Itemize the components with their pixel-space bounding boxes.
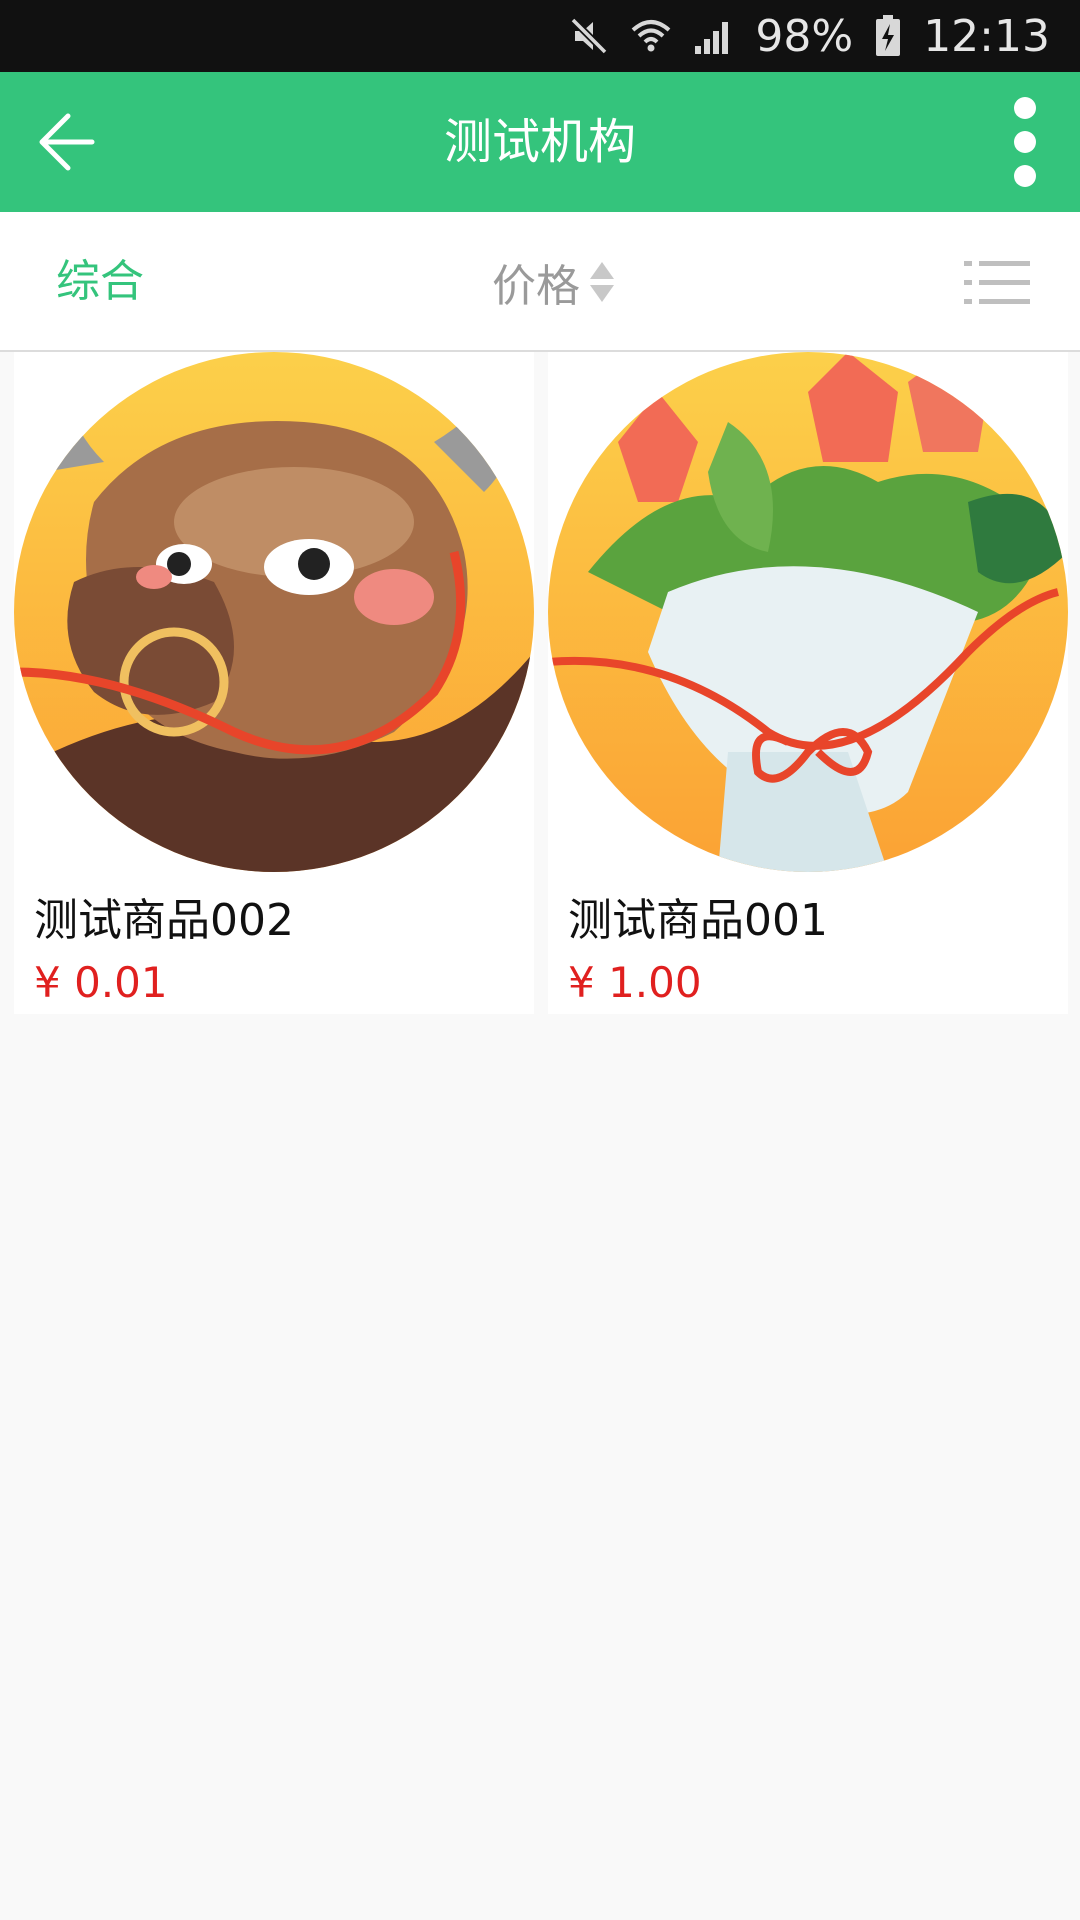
product-image bbox=[548, 352, 1068, 872]
tab-price-label: 价格 bbox=[492, 261, 580, 312]
app-bar: 测试机构 bbox=[0, 72, 1080, 212]
product-price: ¥ 1.00 bbox=[568, 958, 702, 1007]
back-button[interactable] bbox=[30, 100, 114, 184]
product-image bbox=[14, 352, 534, 872]
list-view-icon bbox=[964, 261, 1030, 304]
more-vertical-icon bbox=[1014, 97, 1036, 187]
view-toggle-button[interactable] bbox=[964, 260, 1030, 306]
sort-updown-icon bbox=[590, 262, 614, 302]
product-card[interactable]: 测试商品002 ¥ 0.01 bbox=[14, 352, 534, 1014]
more-options-button[interactable] bbox=[1000, 94, 1050, 190]
battery-percent: 98% bbox=[755, 10, 854, 62]
clock: 12:13 bbox=[923, 10, 1050, 62]
filter-bar: 综合 价格 bbox=[0, 212, 1080, 352]
product-name: 测试商品001 bbox=[568, 895, 828, 946]
product-name: 测试商品002 bbox=[34, 895, 294, 946]
product-price: ¥ 0.01 bbox=[34, 958, 168, 1007]
mute-icon bbox=[570, 17, 608, 55]
product-card[interactable]: 测试商品001 ¥ 1.00 bbox=[548, 352, 1068, 1014]
tab-price[interactable]: 价格 bbox=[492, 212, 616, 352]
arrow-left-icon bbox=[39, 113, 95, 171]
tab-comprehensive[interactable]: 综合 bbox=[56, 212, 144, 352]
signal-icon bbox=[695, 22, 729, 54]
battery-charging-icon bbox=[876, 15, 901, 56]
status-bar: 98% 12:13 bbox=[0, 0, 1080, 72]
page-title: 测试机构 bbox=[443, 114, 636, 170]
wifi-icon bbox=[632, 20, 671, 52]
